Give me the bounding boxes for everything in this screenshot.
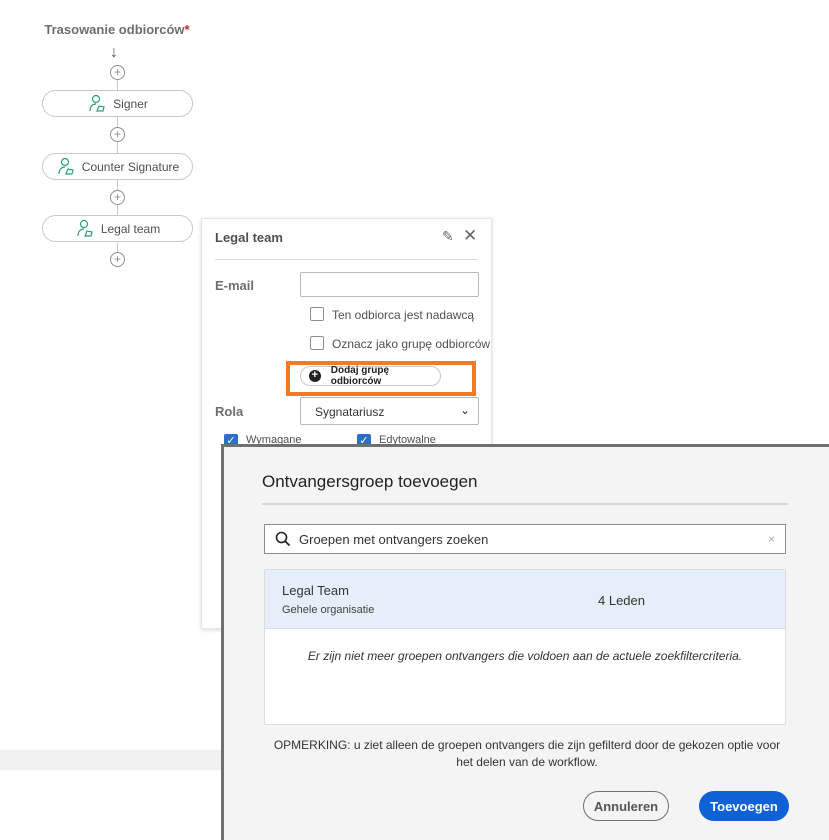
background-band xyxy=(0,750,222,770)
add-step-icon[interactable]: + xyxy=(110,65,125,80)
add-button[interactable]: Toevoegen xyxy=(699,791,789,821)
group-member-count: 4 Leden xyxy=(598,593,645,608)
email-field[interactable] xyxy=(300,272,479,297)
group-list: Legal Team Gehele organisatie 4 Leden Er… xyxy=(264,569,786,725)
node-label: Signer xyxy=(113,96,148,111)
note-text: OPMERKING: u ziet alleen de groepen ontv… xyxy=(273,738,781,769)
signer-icon xyxy=(58,157,74,175)
add-recipient-group-button[interactable]: + Dodaj grupę odbiorców xyxy=(300,365,441,387)
role-value: Sygnatariusz xyxy=(315,405,385,419)
search-placeholder: Groepen met ontvangers zoeken xyxy=(299,531,489,547)
routing-title: Trasowanie odbiorców* xyxy=(0,22,234,37)
recipient-node-signer[interactable]: Signer xyxy=(42,90,193,117)
group-name: Legal Team xyxy=(282,583,349,598)
clear-icon[interactable]: × xyxy=(768,532,775,546)
add-step-icon[interactable]: + xyxy=(110,190,125,205)
email-label: E-mail xyxy=(215,278,255,293)
signer-icon xyxy=(77,219,93,237)
dialog-title: Ontvangersgroep toevoegen xyxy=(262,472,478,491)
add-step-icon[interactable]: + xyxy=(110,127,125,142)
recipient-node-counter-signature[interactable]: Counter Signature xyxy=(42,153,193,180)
search-icon xyxy=(275,531,291,547)
recipient-node-legal-team[interactable]: Legal team xyxy=(42,215,193,242)
group-row[interactable]: Legal Team Gehele organisatie 4 Leden xyxy=(265,570,785,629)
signer-icon xyxy=(89,94,105,112)
pencil-icon[interactable]: ✎ xyxy=(442,228,454,245)
add-group-label: Dodaj grupę odbiorców xyxy=(330,365,390,387)
group-scope: Gehele organisatie xyxy=(282,604,375,616)
required-mark: * xyxy=(184,22,190,37)
cancel-button[interactable]: Annuleren xyxy=(583,791,669,821)
plus-circle-icon: + xyxy=(309,370,321,382)
sender-checkbox-label: Ten odbiorca jest nadawcą xyxy=(332,308,475,322)
divider xyxy=(215,259,478,260)
empty-message: Er zijn niet meer groepen ontvangers die… xyxy=(307,649,743,663)
add-recipient-group-dialog: Ontvangersgroep toevoegen Groepen met on… xyxy=(221,444,829,840)
add-step-icon[interactable]: + xyxy=(110,252,125,267)
group-checkbox-label: Oznacz jako grupę odbiorców xyxy=(332,337,491,351)
arrow-down-icon: ↓ xyxy=(110,44,118,61)
node-label: Legal team xyxy=(100,221,161,236)
role-select[interactable]: Sygnatariusz ⌄ xyxy=(300,397,479,425)
divider xyxy=(262,503,788,505)
routing-title-text: Trasowanie odbiorców xyxy=(44,22,185,37)
group-search-input[interactable]: Groepen met ontvangers zoeken × xyxy=(264,524,786,554)
sender-checkbox[interactable] xyxy=(310,307,324,321)
role-label: Rola xyxy=(215,404,244,419)
chevron-down-icon: ⌄ xyxy=(459,403,470,417)
node-label: Counter Signature xyxy=(81,159,180,174)
close-icon[interactable]: ✕ xyxy=(463,226,477,246)
group-checkbox[interactable] xyxy=(310,336,324,350)
panel-title: Legal team xyxy=(215,230,283,245)
